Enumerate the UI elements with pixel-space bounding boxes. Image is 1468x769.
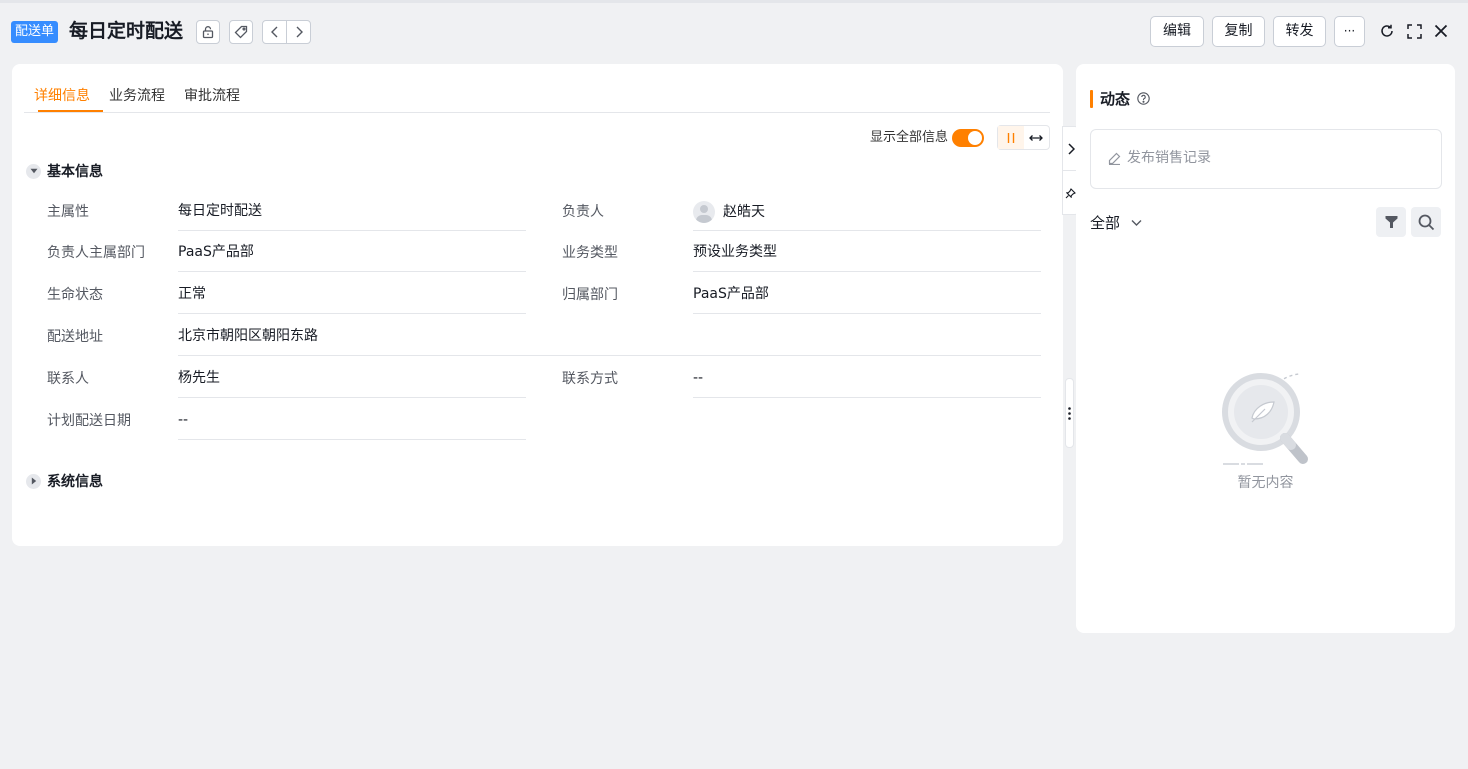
section-title: 系统信息 <box>47 474 103 490</box>
field-label-main-attr: 主属性 <box>47 204 89 220</box>
close-button[interactable] <box>1431 21 1451 41</box>
columns-icon <box>1007 132 1014 143</box>
field-value-contact-method: -- <box>693 364 1041 398</box>
field-value-address: 北京市朝阳区朝阳东路 <box>178 322 1041 356</box>
title-accent-bar <box>1090 90 1093 108</box>
page-title: 每日定时配送 <box>69 20 184 42</box>
tab-detail-info[interactable]: 详细信息 <box>34 86 90 106</box>
layout-full-width-button[interactable] <box>1024 126 1050 149</box>
expand-horizontal-icon <box>1029 134 1044 141</box>
field-value-biz-type: 预设业务类型 <box>693 238 1041 272</box>
field-label-owner-dept: 负责人主属部门 <box>47 245 145 261</box>
search-icon <box>1418 214 1434 230</box>
fullscreen-icon <box>1406 23 1422 39</box>
pin-icon <box>1065 187 1076 198</box>
copy-button[interactable]: 复制 <box>1212 16 1265 47</box>
layout-two-column-button[interactable] <box>998 126 1024 149</box>
field-value-owner[interactable]: 赵皓天 <box>693 197 1041 231</box>
field-value-belong-dept: PaaS产品部 <box>693 280 1041 314</box>
layout-switch <box>997 125 1050 150</box>
record-nav <box>262 20 311 44</box>
refresh-icon <box>1381 24 1393 37</box>
prev-record-button[interactable] <box>263 21 287 43</box>
field-label-life-status: 生命状态 <box>47 287 103 303</box>
more-button[interactable]: ··· <box>1334 16 1365 47</box>
section-system-info[interactable]: 系统信息 <box>26 471 103 491</box>
search-button[interactable] <box>1411 207 1441 237</box>
owner-name: 赵皓天 <box>723 204 765 220</box>
empty-magnifier-icon <box>1222 373 1308 465</box>
field-value-life-status: 正常 <box>178 280 526 314</box>
tab-business-flow[interactable]: 业务流程 <box>109 86 165 106</box>
forward-button[interactable]: 转发 <box>1273 16 1326 47</box>
chevron-right-icon <box>1067 142 1075 155</box>
show-all-label: 显示全部信息 <box>870 130 949 145</box>
field-value-owner-dept: PaaS产品部 <box>178 238 526 272</box>
field-label-contact: 联系人 <box>47 371 89 387</box>
tab-approval-flow[interactable]: 审批流程 <box>184 86 240 106</box>
dynamics-panel: 动态 发布销售记录 全部 暂无内容 <box>1076 64 1455 633</box>
vertical-dots-icon <box>1068 406 1071 420</box>
post-record-placeholder: 发布销售记录 <box>1127 150 1211 166</box>
section-title: 基本信息 <box>47 164 103 180</box>
caret-right-icon <box>26 473 41 489</box>
help-icon[interactable] <box>1137 92 1150 105</box>
field-label-owner: 负责人 <box>562 204 604 220</box>
chevron-right-icon <box>296 26 303 38</box>
section-basic-info[interactable]: 基本信息 <box>26 161 103 181</box>
funnel-icon <box>1385 216 1397 228</box>
tag-button[interactable] <box>229 20 253 44</box>
field-label-contact-method: 联系方式 <box>562 371 618 387</box>
edit-pen-icon <box>1108 152 1121 165</box>
refresh-button[interactable] <box>1377 21 1397 41</box>
active-tab-indicator <box>38 110 103 112</box>
detail-card: 详细信息 业务流程 审批流程 显示全部信息 基本信息 主属性 每日定时配送 负责… <box>12 64 1063 546</box>
chevron-left-icon <box>270 26 277 38</box>
caret-down-icon <box>26 163 41 179</box>
close-icon <box>1434 24 1448 38</box>
empty-state-text: 暂无内容 <box>1237 475 1294 491</box>
field-label-plan-date: 计划配送日期 <box>47 413 131 429</box>
chevron-down-icon[interactable] <box>1130 216 1143 229</box>
tab-bar: 详细信息 业务流程 审批流程 <box>24 84 1050 113</box>
dynamics-title: 动态 <box>1100 90 1131 108</box>
toggle-knob <box>968 131 982 145</box>
field-value-main-attr: 每日定时配送 <box>178 197 526 231</box>
field-value-plan-date: -- <box>178 406 526 440</box>
field-label-belong-dept: 归属部门 <box>562 287 618 303</box>
field-value-contact: 杨先生 <box>178 364 526 398</box>
lock-icon <box>202 26 214 39</box>
resize-handle[interactable] <box>1065 378 1074 448</box>
filter-dropdown[interactable]: 全部 <box>1090 212 1120 234</box>
next-record-button[interactable] <box>287 21 310 43</box>
lock-button[interactable] <box>196 20 220 44</box>
avatar <box>693 201 715 223</box>
field-label-address: 配送地址 <box>47 329 103 345</box>
object-type-tag: 配送单 <box>11 21 59 43</box>
edit-button[interactable]: 编辑 <box>1150 16 1204 47</box>
detail-header: 配送单 每日定时配送 编辑 复制 转发 ··· <box>0 3 1468 59</box>
tag-icon <box>234 25 248 39</box>
field-label-biz-type: 业务类型 <box>562 245 618 261</box>
show-all-toggle[interactable] <box>952 129 984 147</box>
filter-button[interactable] <box>1376 207 1406 237</box>
fullscreen-button[interactable] <box>1404 21 1424 41</box>
